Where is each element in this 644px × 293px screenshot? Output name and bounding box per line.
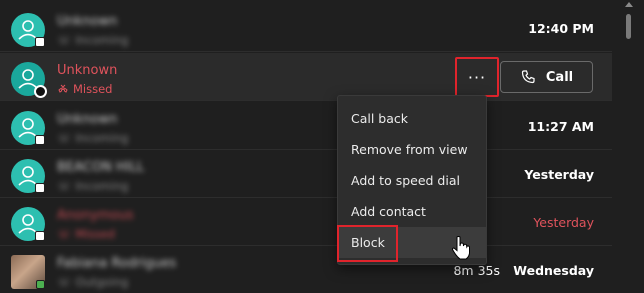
caller-name: Anonymous <box>57 208 134 223</box>
call-type: ☏ Missed <box>57 227 115 241</box>
call-type: Missed <box>57 82 112 96</box>
call-row[interactable]: Unknown ☏ Incoming 12:40 PM <box>0 4 612 52</box>
more-options-button[interactable]: ··· <box>455 57 499 97</box>
presence-badge <box>36 280 45 289</box>
avatar <box>11 111 45 145</box>
call-row[interactable]: Anonymous ☏ Missed Yesterday <box>0 198 612 246</box>
call-time: Yesterday <box>524 167 594 182</box>
menu-item-call-back[interactable]: Call back <box>338 103 486 134</box>
call-type: ☏ Outgoing <box>57 275 129 289</box>
menu-item-add-to-speed-dial[interactable]: Add to speed dial <box>338 165 486 196</box>
missed-call-icon <box>58 84 68 93</box>
caller-name: Unknown <box>57 112 118 127</box>
phone-icon <box>521 70 535 84</box>
presence-badge <box>35 135 45 145</box>
more-icon: ··· <box>467 67 487 87</box>
call-duration: 8m 35s <box>453 263 500 278</box>
presence-badge <box>35 183 45 193</box>
avatar <box>11 207 45 241</box>
phone-outgoing-icon: ☏ <box>57 275 72 289</box>
call-history-list: Unknown ☏ Incoming 12:40 PM Unknown Misse… <box>0 0 612 293</box>
call-type: ☏ Incoming <box>57 33 129 47</box>
call-row[interactable]: Fabiana Rodrigues ☏ Outgoing 8m 35s Wedne… <box>0 246 612 293</box>
menu-item-add-contact[interactable]: Add contact <box>338 196 486 227</box>
call-type: ☏ Incoming <box>57 179 129 193</box>
call-button-label: Call <box>545 69 574 85</box>
presence-badge <box>34 85 47 98</box>
avatar <box>11 255 45 289</box>
menu-item-remove-from-view[interactable]: Remove from view <box>338 134 486 165</box>
call-time: Yesterday <box>533 215 594 230</box>
presence-badge <box>35 231 45 241</box>
caller-name: Fabiana Rodrigues <box>57 256 177 271</box>
call-time: Wednesday <box>513 263 594 278</box>
phone-incoming-icon: ☏ <box>57 33 72 47</box>
hand-cursor-icon <box>451 236 470 260</box>
avatar <box>11 62 47 98</box>
caller-name: BEACON HILL <box>57 160 145 175</box>
scrollbar[interactable] <box>612 0 644 293</box>
call-row[interactable]: BEACON HILL ☏ Incoming Yesterday <box>0 150 612 198</box>
call-time: 12:40 PM <box>528 21 594 36</box>
caller-name: Unknown <box>57 14 118 29</box>
presence-badge <box>35 37 45 47</box>
call-row[interactable]: Unknown ☏ Incoming 11:27 AM <box>0 102 612 150</box>
call-time: 11:27 AM <box>527 119 594 134</box>
phone-incoming-icon: ☏ <box>57 179 72 193</box>
caller-name: Unknown <box>57 63 118 78</box>
avatar <box>11 13 45 47</box>
avatar <box>11 159 45 193</box>
missed-call-icon: ☏ <box>57 227 72 241</box>
call-type: ☏ Incoming <box>57 131 129 145</box>
block-highlight <box>337 225 398 262</box>
scroll-up-icon[interactable] <box>625 2 633 7</box>
call-button[interactable]: Call <box>500 61 593 93</box>
scroll-thumb[interactable] <box>626 14 631 39</box>
phone-incoming-icon: ☏ <box>57 131 72 145</box>
